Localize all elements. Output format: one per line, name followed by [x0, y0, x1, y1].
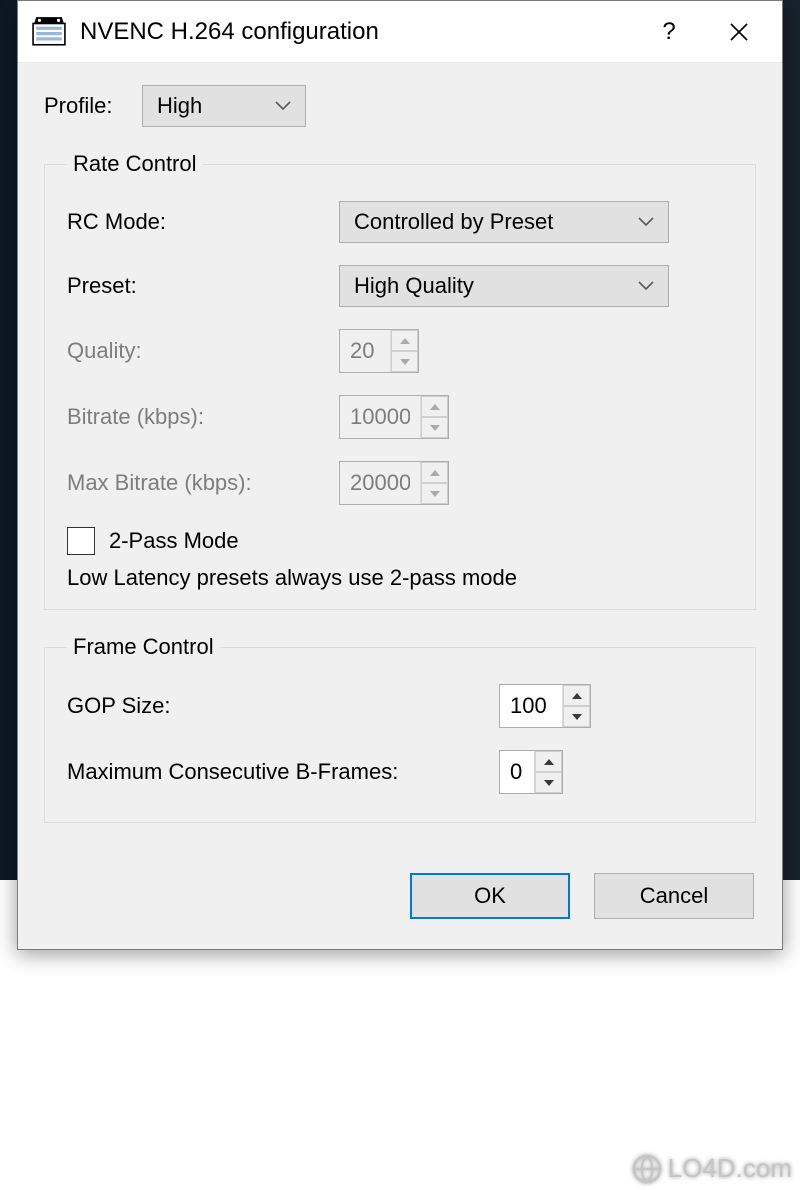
gop-spinner[interactable] [499, 684, 591, 728]
max-bitrate-input [340, 462, 420, 504]
chevron-down-icon [638, 217, 654, 227]
app-icon [32, 15, 66, 49]
preset-combo[interactable]: High Quality [339, 265, 669, 307]
spin-down-button[interactable] [563, 706, 590, 727]
spin-down-button [391, 351, 418, 372]
preset-row: Preset: High Quality [67, 265, 733, 307]
quality-row: Quality: [67, 329, 733, 373]
cancel-button[interactable]: Cancel [594, 873, 754, 919]
gop-row: GOP Size: [67, 684, 733, 728]
bitrate-spinner [339, 395, 449, 439]
spinner-buttons [562, 685, 590, 727]
spinner-buttons [420, 396, 448, 438]
quality-label: Quality: [67, 338, 339, 364]
profile-combo[interactable]: High [142, 85, 306, 127]
gop-label: GOP Size: [67, 693, 499, 719]
spinner-buttons [534, 751, 562, 793]
bitrate-label: Bitrate (kbps): [67, 404, 339, 430]
bitrate-row: Bitrate (kbps): [67, 395, 733, 439]
profile-label: Profile: [44, 93, 142, 119]
chevron-down-icon [275, 101, 291, 111]
two-pass-label: 2-Pass Mode [109, 528, 239, 554]
bframes-spinner[interactable] [499, 750, 563, 794]
ok-button[interactable]: OK [410, 873, 570, 919]
bitrate-input [340, 396, 420, 438]
help-button[interactable]: ? [634, 7, 704, 57]
rate-control-legend: Rate Control [67, 151, 203, 177]
rc-mode-value: Controlled by Preset [354, 209, 553, 235]
dialog-body: Profile: High Rate Control RC Mode: Cont… [18, 63, 782, 843]
spin-down-button [421, 483, 448, 504]
preset-value: High Quality [354, 273, 474, 299]
bframes-label: Maximum Consecutive B-Frames: [67, 759, 499, 785]
nvenc-config-dialog: NVENC H.264 configuration ? Profile: Hig… [17, 0, 783, 950]
spin-up-button [421, 462, 448, 483]
dialog-footer: OK Cancel [18, 843, 782, 949]
spin-up-button[interactable] [563, 685, 590, 706]
spinner-buttons [420, 462, 448, 504]
max-bitrate-row: Max Bitrate (kbps): [67, 461, 733, 505]
close-icon [729, 22, 749, 42]
profile-value: High [157, 93, 202, 119]
spinner-buttons [390, 330, 418, 372]
spin-up-button[interactable] [535, 751, 562, 772]
titlebar: NVENC H.264 configuration ? [18, 1, 782, 63]
rc-mode-row: RC Mode: Controlled by Preset [67, 201, 733, 243]
profile-row: Profile: High [44, 85, 756, 127]
two-pass-checkbox[interactable] [67, 527, 95, 555]
spin-down-button [421, 417, 448, 438]
watermark: LO4D.com [632, 1153, 792, 1184]
rate-control-group: Rate Control RC Mode: Controlled by Pres… [44, 151, 756, 610]
globe-icon [632, 1154, 662, 1184]
spin-up-button [391, 330, 418, 351]
two-pass-note: Low Latency presets always use 2-pass mo… [67, 565, 733, 591]
help-icon: ? [662, 18, 675, 46]
close-button[interactable] [704, 7, 774, 57]
max-bitrate-spinner [339, 461, 449, 505]
quality-spinner [339, 329, 419, 373]
watermark-text: LO4D.com [668, 1153, 792, 1184]
spin-up-button [421, 396, 448, 417]
rc-mode-label: RC Mode: [67, 209, 339, 235]
quality-input [340, 330, 390, 372]
chevron-down-icon [638, 281, 654, 291]
bframes-input[interactable] [500, 751, 534, 793]
two-pass-row: 2-Pass Mode [67, 527, 733, 555]
frame-control-legend: Frame Control [67, 634, 220, 660]
spin-down-button[interactable] [535, 772, 562, 793]
frame-control-group: Frame Control GOP Size: Maximum Consecut… [44, 634, 756, 823]
gop-input[interactable] [500, 685, 562, 727]
preset-label: Preset: [67, 273, 339, 299]
window-title: NVENC H.264 configuration [80, 18, 634, 46]
max-bitrate-label: Max Bitrate (kbps): [67, 470, 339, 496]
bframes-row: Maximum Consecutive B-Frames: [67, 750, 733, 794]
rc-mode-combo[interactable]: Controlled by Preset [339, 201, 669, 243]
